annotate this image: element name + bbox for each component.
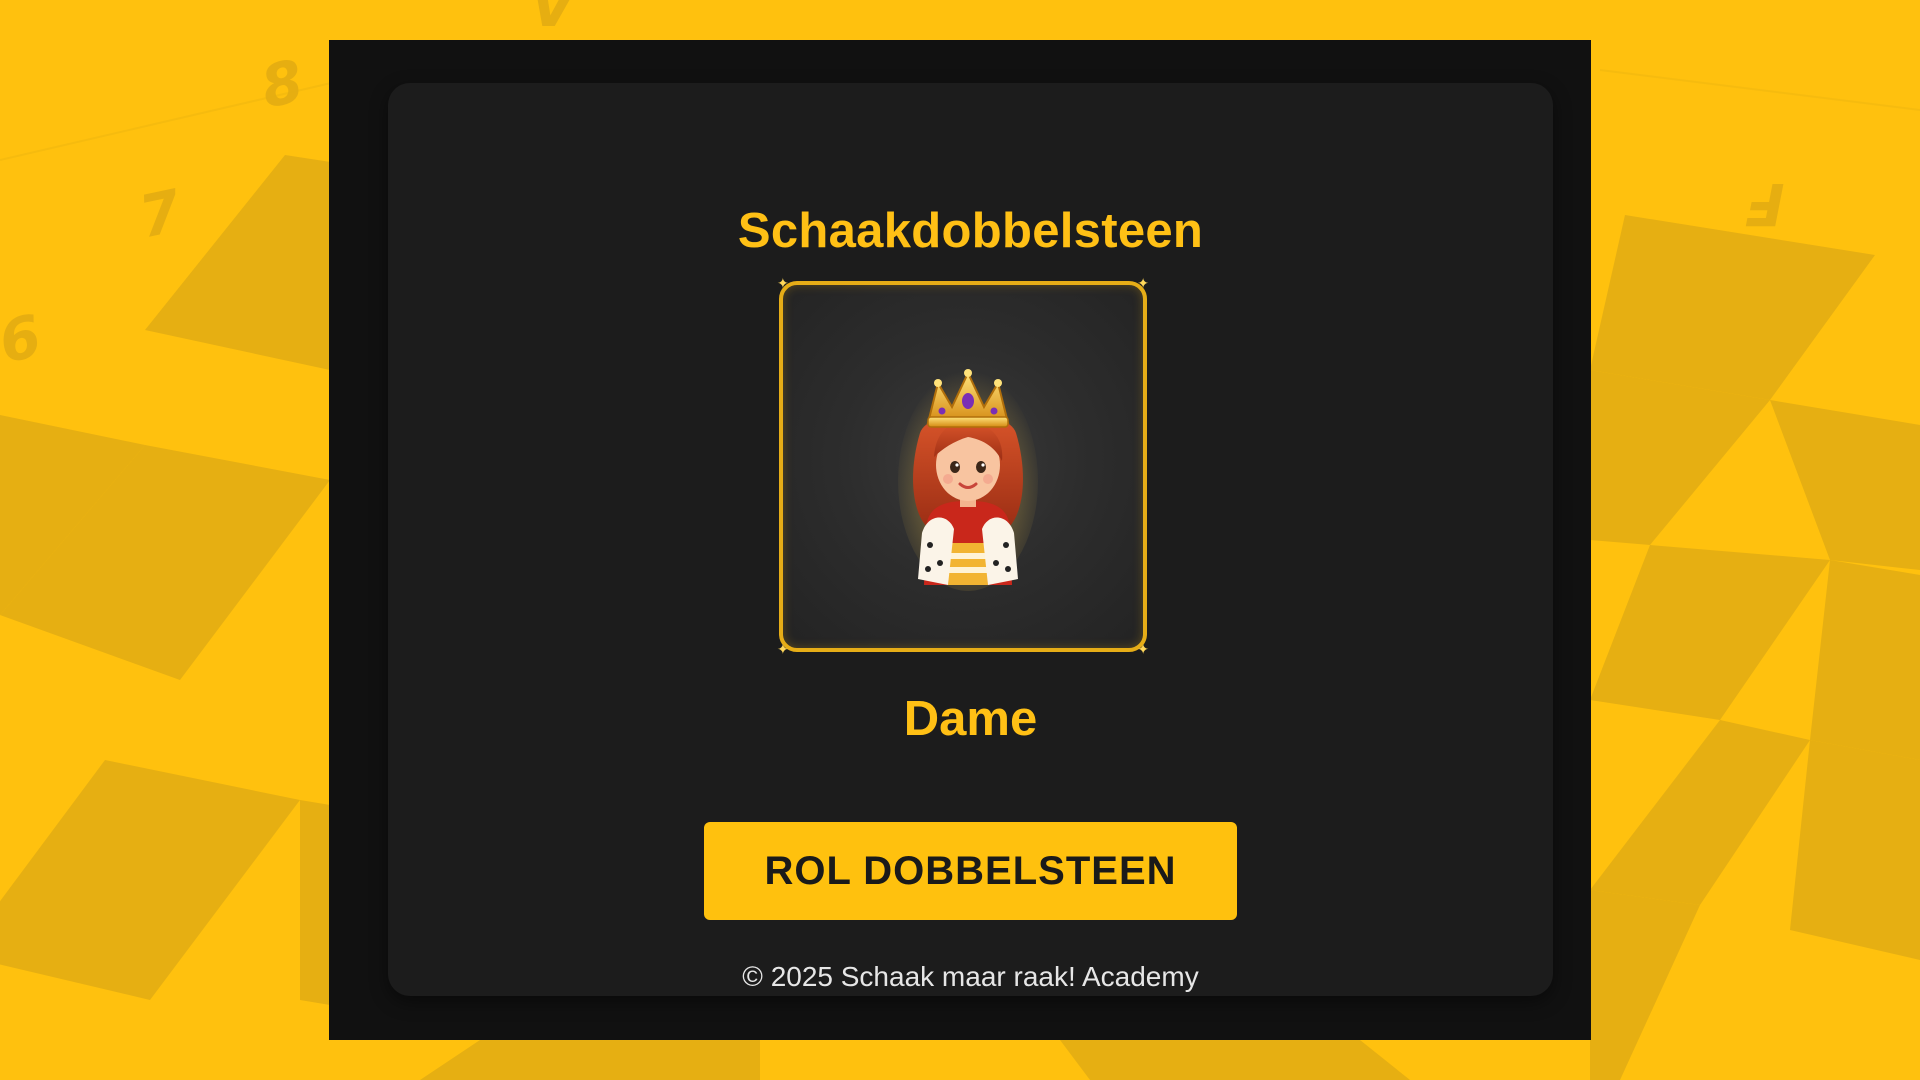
piece-name: Dame [903, 692, 1038, 746]
footer-copyright: © 2025 Schaak maar raak! Academy [742, 961, 1199, 992]
dice-card: Schaakdobbelsteen ✦ ✦ ✦ ✦ Dame ROL DOBBE… [388, 83, 1553, 996]
sparkle-icon: ✦ [1137, 275, 1149, 291]
board-coordinate-label: A [530, 0, 575, 38]
page-title: Schaakdobbelsteen [737, 204, 1204, 258]
board-coordinate-label: F [1745, 170, 1785, 238]
sparkle-icon: ✦ [777, 641, 789, 657]
queen-icon [898, 369, 1038, 591]
dice-face: ✦ ✦ ✦ ✦ [777, 275, 1149, 657]
sparkle-icon: ✦ [1137, 641, 1149, 657]
roll-dice-button[interactable]: ROL DOBBELSTEEN [704, 822, 1237, 920]
sparkle-icon: ✦ [777, 275, 789, 291]
app-frame: Schaakdobbelsteen ✦ ✦ ✦ ✦ Dame ROL DOBBE… [329, 40, 1591, 1040]
